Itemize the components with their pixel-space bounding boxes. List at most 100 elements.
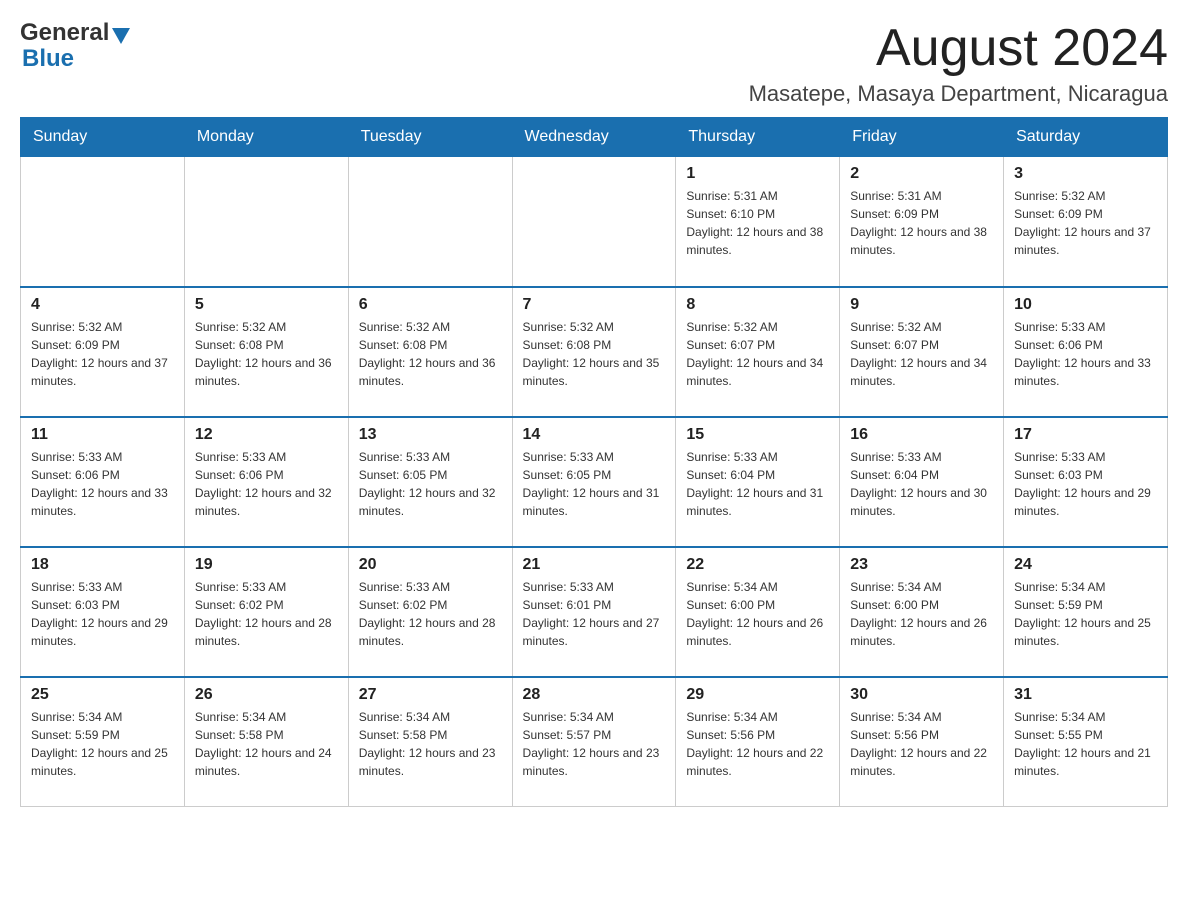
day-number: 20 bbox=[359, 556, 502, 574]
calendar-cell: 8 Sunrise: 5:32 AMSunset: 6:07 PMDaylight… bbox=[676, 287, 840, 417]
calendar-cell: 15 Sunrise: 5:33 AMSunset: 6:04 PMDayligh… bbox=[676, 417, 840, 547]
calendar-cell: 29 Sunrise: 5:34 AMSunset: 5:56 PMDayligh… bbox=[676, 677, 840, 807]
calendar-cell: 19 Sunrise: 5:33 AMSunset: 6:02 PMDayligh… bbox=[184, 547, 348, 677]
day-info: Sunrise: 5:32 AMSunset: 6:07 PMDaylight:… bbox=[850, 318, 993, 390]
day-info: Sunrise: 5:34 AMSunset: 5:56 PMDaylight:… bbox=[850, 708, 993, 780]
title-section: August 2024 Masatepe, Masaya Department,… bbox=[749, 20, 1168, 107]
day-info: Sunrise: 5:31 AMSunset: 6:10 PMDaylight:… bbox=[686, 187, 829, 259]
day-info: Sunrise: 5:33 AMSunset: 6:06 PMDaylight:… bbox=[195, 448, 338, 520]
logo-general-text: General bbox=[20, 20, 109, 46]
day-number: 28 bbox=[523, 686, 666, 704]
day-number: 27 bbox=[359, 686, 502, 704]
calendar-cell: 22 Sunrise: 5:34 AMSunset: 6:00 PMDayligh… bbox=[676, 547, 840, 677]
day-info: Sunrise: 5:32 AMSunset: 6:08 PMDaylight:… bbox=[195, 318, 338, 390]
day-number: 29 bbox=[686, 686, 829, 704]
day-info: Sunrise: 5:34 AMSunset: 5:55 PMDaylight:… bbox=[1014, 708, 1157, 780]
day-info: Sunrise: 5:34 AMSunset: 5:58 PMDaylight:… bbox=[359, 708, 502, 780]
calendar-header-row: SundayMondayTuesdayWednesdayThursdayFrid… bbox=[21, 118, 1168, 157]
calendar-table: SundayMondayTuesdayWednesdayThursdayFrid… bbox=[20, 117, 1168, 807]
logo-triangle-icon bbox=[112, 28, 130, 44]
calendar-week-row: 11Sunrise: 5:33 AMSunset: 6:06 PMDayligh… bbox=[21, 417, 1168, 547]
day-info: Sunrise: 5:33 AMSunset: 6:02 PMDaylight:… bbox=[359, 578, 502, 650]
day-info: Sunrise: 5:31 AMSunset: 6:09 PMDaylight:… bbox=[850, 187, 993, 259]
calendar-cell: 9 Sunrise: 5:32 AMSunset: 6:07 PMDaylight… bbox=[840, 287, 1004, 417]
day-info: Sunrise: 5:34 AMSunset: 5:57 PMDaylight:… bbox=[523, 708, 666, 780]
day-info: Sunrise: 5:32 AMSunset: 6:07 PMDaylight:… bbox=[686, 318, 829, 390]
calendar-cell bbox=[348, 157, 512, 287]
calendar-cell: 28 Sunrise: 5:34 AMSunset: 5:57 PMDayligh… bbox=[512, 677, 676, 807]
day-number: 1 bbox=[686, 165, 829, 183]
day-number: 9 bbox=[850, 296, 993, 314]
day-info: Sunrise: 5:33 AMSunset: 6:03 PMDaylight:… bbox=[1014, 448, 1157, 520]
day-number: 16 bbox=[850, 426, 993, 444]
weekday-header-wednesday: Wednesday bbox=[512, 118, 676, 157]
calendar-cell: 20 Sunrise: 5:33 AMSunset: 6:02 PMDayligh… bbox=[348, 547, 512, 677]
calendar-week-row: 1 Sunrise: 5:31 AMSunset: 6:10 PMDaylight… bbox=[21, 157, 1168, 287]
day-info: Sunrise: 5:33 AMSunset: 6:01 PMDaylight:… bbox=[523, 578, 666, 650]
logo: General Blue bbox=[20, 20, 130, 73]
calendar-cell: 31 Sunrise: 5:34 AMSunset: 5:55 PMDayligh… bbox=[1004, 677, 1168, 807]
calendar-cell: 14Sunrise: 5:33 AMSunset: 6:05 PMDayligh… bbox=[512, 417, 676, 547]
day-number: 23 bbox=[850, 556, 993, 574]
day-info: Sunrise: 5:34 AMSunset: 6:00 PMDaylight:… bbox=[686, 578, 829, 650]
calendar-week-row: 25 Sunrise: 5:34 AMSunset: 5:59 PMDayligh… bbox=[21, 677, 1168, 807]
calendar-cell: 10 Sunrise: 5:33 AMSunset: 6:06 PMDayligh… bbox=[1004, 287, 1168, 417]
calendar-cell: 25 Sunrise: 5:34 AMSunset: 5:59 PMDayligh… bbox=[21, 677, 185, 807]
day-number: 25 bbox=[31, 686, 174, 704]
day-number: 17 bbox=[1014, 426, 1157, 444]
day-number: 26 bbox=[195, 686, 338, 704]
day-number: 22 bbox=[686, 556, 829, 574]
calendar-cell: 13 Sunrise: 5:33 AMSunset: 6:05 PMDayligh… bbox=[348, 417, 512, 547]
day-info: Sunrise: 5:34 AMSunset: 6:00 PMDaylight:… bbox=[850, 578, 993, 650]
day-number: 10 bbox=[1014, 296, 1157, 314]
weekday-header-monday: Monday bbox=[184, 118, 348, 157]
calendar-week-row: 4 Sunrise: 5:32 AMSunset: 6:09 PMDaylight… bbox=[21, 287, 1168, 417]
day-info: Sunrise: 5:32 AMSunset: 6:09 PMDaylight:… bbox=[31, 318, 174, 390]
calendar-cell: 18Sunrise: 5:33 AMSunset: 6:03 PMDayligh… bbox=[21, 547, 185, 677]
day-info: Sunrise: 5:33 AMSunset: 6:05 PMDaylight:… bbox=[359, 448, 502, 520]
day-number: 31 bbox=[1014, 686, 1157, 704]
calendar-cell: 5 Sunrise: 5:32 AMSunset: 6:08 PMDaylight… bbox=[184, 287, 348, 417]
weekday-header-friday: Friday bbox=[840, 118, 1004, 157]
day-info: Sunrise: 5:34 AMSunset: 5:59 PMDaylight:… bbox=[31, 708, 174, 780]
calendar-cell: 17 Sunrise: 5:33 AMSunset: 6:03 PMDayligh… bbox=[1004, 417, 1168, 547]
calendar-cell: 6Sunrise: 5:32 AMSunset: 6:08 PMDaylight… bbox=[348, 287, 512, 417]
calendar-cell: 2Sunrise: 5:31 AMSunset: 6:09 PMDaylight… bbox=[840, 157, 1004, 287]
location-title: Masatepe, Masaya Department, Nicaragua bbox=[749, 81, 1168, 107]
day-number: 13 bbox=[359, 426, 502, 444]
calendar-cell: 24Sunrise: 5:34 AMSunset: 5:59 PMDayligh… bbox=[1004, 547, 1168, 677]
calendar-cell: 30Sunrise: 5:34 AMSunset: 5:56 PMDayligh… bbox=[840, 677, 1004, 807]
weekday-header-tuesday: Tuesday bbox=[348, 118, 512, 157]
calendar-cell: 12Sunrise: 5:33 AMSunset: 6:06 PMDayligh… bbox=[184, 417, 348, 547]
calendar-cell: 23 Sunrise: 5:34 AMSunset: 6:00 PMDayligh… bbox=[840, 547, 1004, 677]
calendar-cell: 11Sunrise: 5:33 AMSunset: 6:06 PMDayligh… bbox=[21, 417, 185, 547]
calendar-cell: 21Sunrise: 5:33 AMSunset: 6:01 PMDayligh… bbox=[512, 547, 676, 677]
day-info: Sunrise: 5:33 AMSunset: 6:06 PMDaylight:… bbox=[31, 448, 174, 520]
day-number: 4 bbox=[31, 296, 174, 314]
day-number: 5 bbox=[195, 296, 338, 314]
day-info: Sunrise: 5:34 AMSunset: 5:56 PMDaylight:… bbox=[686, 708, 829, 780]
calendar-cell: 4 Sunrise: 5:32 AMSunset: 6:09 PMDaylight… bbox=[21, 287, 185, 417]
logo-blue-text: Blue bbox=[22, 45, 74, 72]
day-number: 15 bbox=[686, 426, 829, 444]
day-info: Sunrise: 5:33 AMSunset: 6:04 PMDaylight:… bbox=[686, 448, 829, 520]
calendar-cell bbox=[21, 157, 185, 287]
weekday-header-saturday: Saturday bbox=[1004, 118, 1168, 157]
day-info: Sunrise: 5:33 AMSunset: 6:06 PMDaylight:… bbox=[1014, 318, 1157, 390]
calendar-cell bbox=[512, 157, 676, 287]
day-info: Sunrise: 5:32 AMSunset: 6:08 PMDaylight:… bbox=[523, 318, 666, 390]
month-title: August 2024 bbox=[749, 20, 1168, 77]
day-number: 19 bbox=[195, 556, 338, 574]
day-info: Sunrise: 5:33 AMSunset: 6:02 PMDaylight:… bbox=[195, 578, 338, 650]
day-number: 8 bbox=[686, 296, 829, 314]
day-info: Sunrise: 5:34 AMSunset: 5:58 PMDaylight:… bbox=[195, 708, 338, 780]
day-info: Sunrise: 5:33 AMSunset: 6:04 PMDaylight:… bbox=[850, 448, 993, 520]
calendar-cell: 7Sunrise: 5:32 AMSunset: 6:08 PMDaylight… bbox=[512, 287, 676, 417]
calendar-cell: 1 Sunrise: 5:31 AMSunset: 6:10 PMDaylight… bbox=[676, 157, 840, 287]
day-info: Sunrise: 5:33 AMSunset: 6:03 PMDaylight:… bbox=[31, 578, 174, 650]
page-header: General Blue August 2024 Masatepe, Masay… bbox=[20, 20, 1168, 107]
weekday-header-thursday: Thursday bbox=[676, 118, 840, 157]
calendar-cell: 16 Sunrise: 5:33 AMSunset: 6:04 PMDayligh… bbox=[840, 417, 1004, 547]
day-info: Sunrise: 5:33 AMSunset: 6:05 PMDaylight:… bbox=[523, 448, 666, 520]
calendar-cell: 3Sunrise: 5:32 AMSunset: 6:09 PMDaylight… bbox=[1004, 157, 1168, 287]
